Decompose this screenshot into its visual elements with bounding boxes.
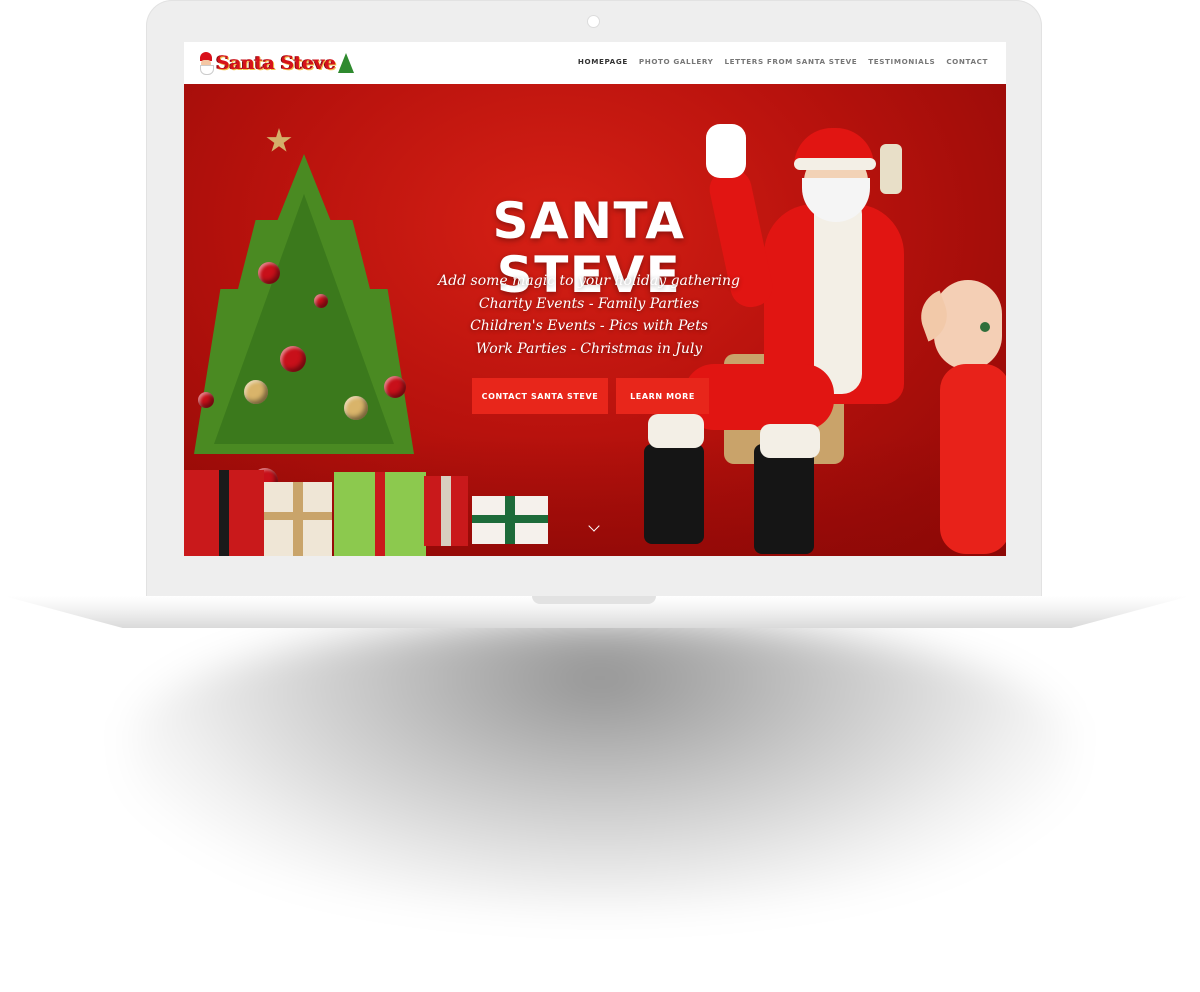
webcam bbox=[588, 16, 599, 27]
nav-letters[interactable]: LETTERS FROM SANTA STEVE bbox=[724, 57, 857, 66]
logo-text: Santa Steve bbox=[216, 52, 336, 74]
nav-testimonials[interactable]: TESTIMONIALS bbox=[868, 57, 935, 66]
tagline-line: Children's Events - Pics with Pets bbox=[470, 318, 708, 334]
main-nav: HOMEPAGE PHOTO GALLERY LETTERS FROM SANT… bbox=[578, 57, 988, 66]
ornament-icon bbox=[314, 294, 328, 308]
ornament-icon bbox=[280, 346, 306, 372]
contact-santa-button[interactable]: CONTACT SANTA STEVE bbox=[472, 378, 608, 414]
santa-logo-icon bbox=[198, 52, 214, 75]
ornament-icon bbox=[344, 396, 368, 420]
tagline-line: Add some magic to your holiday gathering bbox=[438, 273, 740, 289]
ornament-icon bbox=[384, 376, 406, 398]
tagline-line: Charity Events - Family Parties bbox=[478, 295, 700, 312]
elf-figure-image bbox=[913, 280, 1006, 556]
learn-more-button[interactable]: LEARN MORE bbox=[616, 378, 709, 414]
site-logo[interactable]: Santa Steve bbox=[198, 50, 354, 76]
hero-tagline: Add some magic to your holiday gathering… bbox=[414, 270, 764, 360]
nav-contact[interactable]: CONTACT bbox=[946, 57, 988, 66]
gift-box-image bbox=[472, 496, 548, 544]
site-header: Santa Steve HOMEPAGE PHOTO GALLERY LETTE… bbox=[184, 42, 1006, 84]
tagline-line: Work Parties - Christmas in July bbox=[475, 340, 703, 357]
nav-homepage[interactable]: HOMEPAGE bbox=[578, 57, 628, 66]
gift-box-image bbox=[424, 476, 468, 546]
ornament-icon bbox=[244, 380, 268, 404]
gift-box-image bbox=[334, 472, 426, 556]
gift-box-image bbox=[184, 470, 264, 556]
laptop-shadow bbox=[130, 620, 1070, 910]
laptop-notch bbox=[532, 596, 656, 604]
nav-photo-gallery[interactable]: PHOTO GALLERY bbox=[639, 57, 714, 66]
ornament-icon bbox=[258, 262, 280, 284]
star-icon bbox=[266, 128, 292, 152]
gift-box-image bbox=[264, 482, 332, 556]
tree-logo-icon bbox=[337, 53, 354, 73]
hero-section: SANTA STEVE Add some magic to your holid… bbox=[184, 84, 1006, 556]
laptop-screen: Santa Steve HOMEPAGE PHOTO GALLERY LETTE… bbox=[184, 42, 1006, 556]
ornament-icon bbox=[198, 392, 214, 408]
